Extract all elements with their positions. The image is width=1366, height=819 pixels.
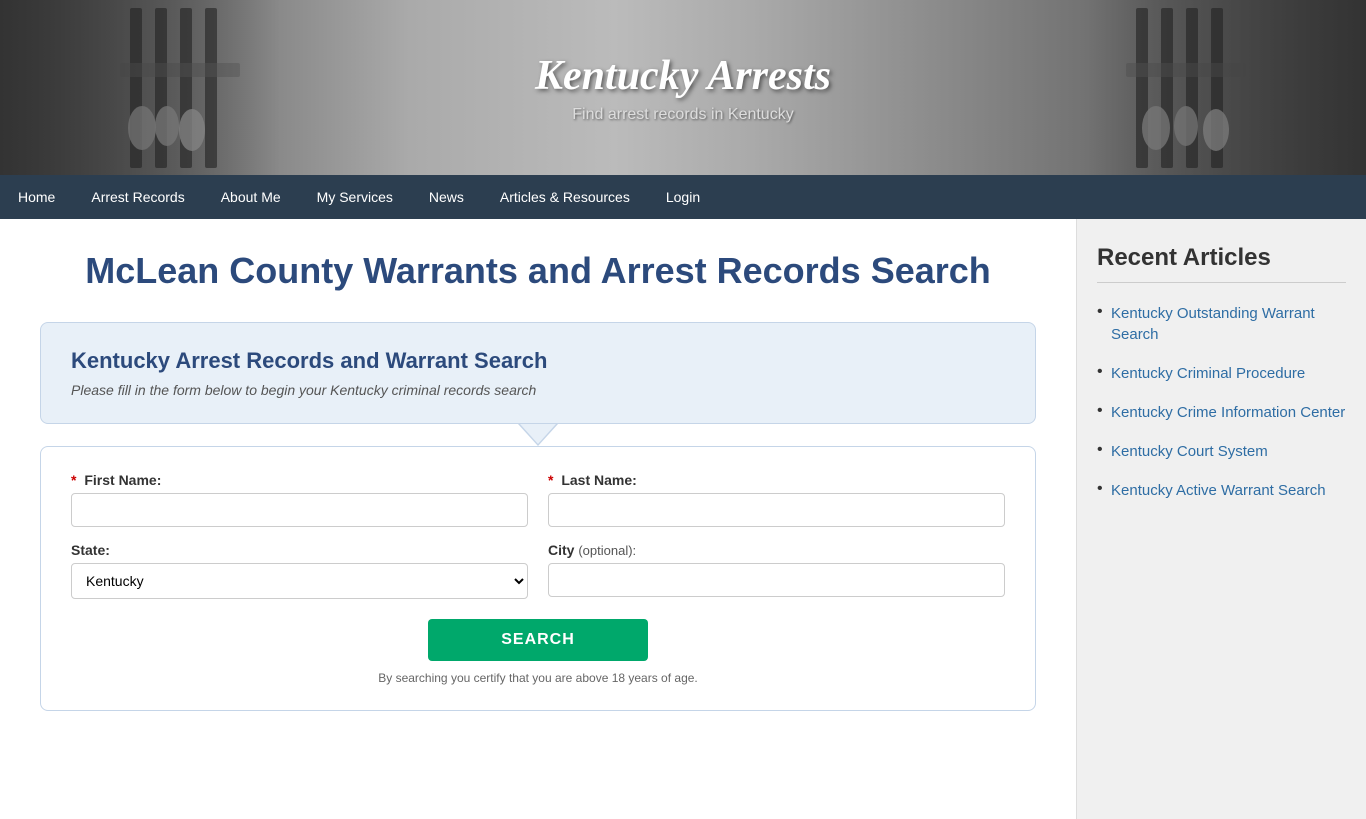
search-box-header: Kentucky Arrest Records and Warrant Sear…	[40, 322, 1036, 424]
required-star-last: *	[548, 472, 553, 488]
form-row-names: * First Name: * Last Name:	[71, 472, 1005, 527]
city-label-text: City	[548, 542, 574, 558]
arrow-down-icon	[518, 424, 558, 446]
last-name-input[interactable]	[548, 493, 1005, 527]
nav-about-me[interactable]: About Me	[203, 175, 299, 219]
nav-login[interactable]: Login	[648, 175, 718, 219]
list-item: Kentucky Criminal Procedure	[1097, 363, 1346, 384]
main-nav: Home Arrest Records About Me My Services…	[0, 175, 1366, 219]
hands-right-decoration	[1086, 0, 1286, 175]
sidebar-title: Recent Articles	[1097, 244, 1346, 283]
state-label: State:	[71, 542, 528, 558]
form-group-firstname: * First Name:	[71, 472, 528, 527]
form-disclaimer: By searching you certify that you are ab…	[71, 671, 1005, 685]
first-name-label-text: First Name:	[84, 472, 161, 488]
state-select[interactable]: Kentucky	[71, 563, 528, 599]
sidebar-articles-list: Kentucky Outstanding Warrant Search Kent…	[1097, 303, 1346, 501]
nav-arrest-records[interactable]: Arrest Records	[73, 175, 202, 219]
sidebar-link-outstanding[interactable]: Kentucky Outstanding Warrant Search	[1111, 305, 1315, 343]
list-item: Kentucky Active Warrant Search	[1097, 480, 1346, 501]
last-name-label: * Last Name:	[548, 472, 1005, 488]
hands-left-decoration	[80, 0, 280, 175]
main-content: McLean County Warrants and Arrest Record…	[0, 219, 1076, 819]
form-row-location: State: Kentucky City (optional):	[71, 542, 1005, 599]
list-item: Kentucky Outstanding Warrant Search	[1097, 303, 1346, 345]
search-box-title: Kentucky Arrest Records and Warrant Sear…	[71, 348, 1005, 374]
sidebar: Recent Articles Kentucky Outstanding War…	[1076, 219, 1366, 819]
sidebar-link-court-system[interactable]: Kentucky Court System	[1111, 443, 1268, 460]
list-item: Kentucky Court System	[1097, 441, 1346, 462]
header-text-block: Kentucky Arrests Find arrest records in …	[535, 52, 831, 124]
form-group-state: State: Kentucky	[71, 542, 528, 599]
nav-news[interactable]: News	[411, 175, 482, 219]
sidebar-link-criminal-procedure[interactable]: Kentucky Criminal Procedure	[1111, 365, 1305, 382]
search-form-wrapper: * First Name: * Last Name: State:	[40, 446, 1036, 711]
page-title: McLean County Warrants and Arrest Record…	[40, 249, 1036, 292]
search-button[interactable]: SEARCH	[428, 619, 648, 661]
nav-articles[interactable]: Articles & Resources	[482, 175, 648, 219]
city-optional-text: (optional):	[578, 543, 636, 558]
nav-home[interactable]: Home	[0, 175, 73, 219]
first-name-input[interactable]	[71, 493, 528, 527]
required-star-first: *	[71, 472, 76, 488]
city-label: City (optional):	[548, 542, 1005, 558]
city-input[interactable]	[548, 563, 1005, 597]
list-item: Kentucky Crime Information Center	[1097, 402, 1346, 423]
arrow-container	[40, 424, 1036, 446]
site-header: Kentucky Arrests Find arrest records in …	[0, 0, 1366, 175]
site-subtitle: Find arrest records in Kentucky	[535, 106, 831, 124]
sidebar-link-active-warrant[interactable]: Kentucky Active Warrant Search	[1111, 482, 1326, 499]
last-name-label-text: Last Name:	[561, 472, 636, 488]
site-title: Kentucky Arrests	[535, 52, 831, 100]
first-name-label: * First Name:	[71, 472, 528, 488]
form-group-lastname: * Last Name:	[548, 472, 1005, 527]
page-wrapper: McLean County Warrants and Arrest Record…	[0, 219, 1366, 819]
nav-my-services[interactable]: My Services	[299, 175, 411, 219]
sidebar-link-crime-info[interactable]: Kentucky Crime Information Center	[1111, 404, 1345, 421]
form-group-city: City (optional):	[548, 542, 1005, 599]
search-box-subtitle: Please fill in the form below to begin y…	[71, 382, 1005, 398]
